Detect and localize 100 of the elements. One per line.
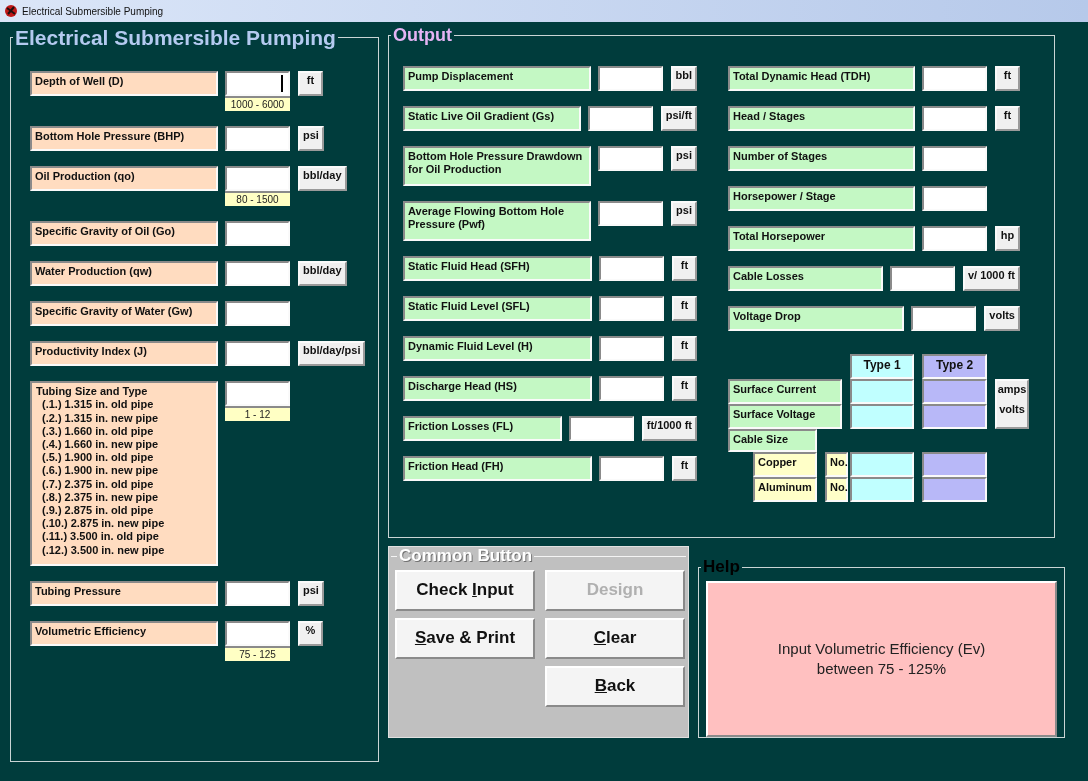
field-label: Static Live Oil Gradient (Gs): [403, 105, 581, 131]
group-title: Common Button: [398, 547, 534, 566]
input-field[interactable]: [225, 71, 290, 97]
field-label: Cable Size: [728, 428, 817, 452]
output-field: [922, 225, 987, 251]
unit-label: ft: [298, 71, 323, 97]
output-field: [922, 451, 987, 477]
input-field[interactable]: [225, 381, 290, 407]
unit-label: hp: [995, 225, 1020, 251]
output-field: [599, 255, 664, 281]
option-text: (.2.) 1.315 in. new pipe: [41, 411, 160, 425]
output-field: [598, 145, 664, 171]
output-field: [922, 403, 987, 429]
input-field[interactable]: [225, 301, 290, 327]
unit-label: ft: [672, 375, 697, 401]
range-hint: 1 - 12: [225, 406, 290, 422]
number-label: No.: [825, 476, 848, 502]
unit-label: psi/ft: [660, 105, 697, 131]
group-title: Electrical Submersible Pumping: [14, 26, 337, 50]
range-hint: 75 - 125: [225, 646, 290, 662]
output-field: [599, 375, 664, 401]
action-button[interactable]: Save & Print: [395, 617, 535, 659]
input-field[interactable]: [225, 621, 290, 647]
output-field: [911, 305, 977, 331]
option-text: (.3.) 1.660 in. old pipe: [41, 424, 155, 438]
field-label: Bottom Hole Pressure Drawdown for Oil Production: [403, 145, 592, 186]
output-field: [597, 65, 663, 91]
input-field[interactable]: [225, 261, 290, 287]
number-label: No.: [825, 451, 848, 477]
output-field: [850, 403, 914, 429]
field-label: Water Production (qw): [30, 261, 218, 287]
output-field: [922, 145, 987, 171]
field-label: Productivity Index (J): [30, 341, 218, 367]
option-text: (.5.) 1.900 in. old pipe: [41, 451, 155, 465]
field-label: Voltage Drop: [728, 305, 905, 331]
output-field: [922, 378, 987, 404]
output-field: [587, 105, 653, 131]
action-button[interactable]: Clear: [545, 617, 685, 659]
action-button[interactable]: Check Input: [395, 569, 535, 611]
field-label: Number of Stages: [728, 145, 915, 171]
group-title: Help: [702, 558, 741, 577]
output-field: [598, 200, 664, 226]
output-field: [922, 65, 987, 91]
option-text: (.7.) 2.375 in. old pipe: [41, 477, 155, 491]
field-label: Tubing Size and Type: [36, 385, 149, 399]
unit-label: volts: [984, 305, 1020, 331]
field-label: Total Dynamic Head (TDH): [728, 65, 915, 91]
field-label: Cable Losses: [728, 265, 883, 291]
unit-label: bbl: [670, 65, 697, 91]
action-button[interactable]: Back: [545, 665, 685, 707]
column-header: Type 2: [922, 353, 987, 379]
field-label: Tubing Pressure: [30, 581, 218, 607]
unit-label: ft: [672, 335, 697, 361]
range-hint: 1000 - 6000: [225, 96, 290, 112]
field-label: Pump Displacement: [403, 65, 591, 91]
unit-label: psi: [298, 581, 324, 607]
field-label: Oil Production (qo): [30, 166, 218, 192]
field-label: Dynamic Fluid Level (H): [403, 335, 592, 361]
column-header: Type 1: [850, 353, 914, 379]
output-field: [922, 105, 987, 131]
unit-label: psi: [298, 126, 324, 152]
input-field[interactable]: [225, 341, 290, 367]
field-label: Surface Current: [728, 378, 842, 404]
output-field: [568, 415, 634, 441]
field-label: Friction Losses (FL): [403, 415, 562, 441]
option-text: (.12.) 3.500 in. new pipe: [41, 543, 166, 557]
input-field[interactable]: [225, 126, 290, 152]
unit-label: ft: [672, 255, 697, 281]
unit-label: volts: [999, 402, 1025, 415]
output-field: [850, 451, 914, 477]
field-label: Aluminum: [753, 476, 817, 502]
output-field: [599, 295, 664, 321]
unit-label: bbl/day: [298, 261, 347, 287]
field-label: Specific Gravity of Water (Gw): [30, 301, 218, 327]
field-label: Average Flowing Bottom Hole Pressure (Pwf): [403, 200, 592, 241]
option-text: (.1.) 1.315 in. old pipe: [41, 398, 155, 412]
output-field: [922, 476, 987, 502]
input-field[interactable]: [225, 221, 290, 247]
unit-label: ft: [672, 455, 697, 481]
unit-label: psi: [671, 145, 697, 171]
field-label: Surface Voltage: [728, 403, 842, 429]
window-title: Electrical Submersible Pumping: [22, 5, 164, 17]
input-field[interactable]: [225, 581, 290, 607]
unit-label: psi: [671, 200, 697, 226]
field-label: Horsepower / Stage: [728, 185, 915, 211]
unit-label: %: [298, 621, 323, 647]
option-text: (.9.) 2.875 in. old pipe: [41, 503, 155, 518]
unit-label: ft: [672, 295, 697, 321]
field-label: Copper: [753, 451, 817, 477]
range-hint: 80 - 1500: [225, 191, 290, 207]
field-label: Depth of Well (D): [30, 71, 218, 97]
field-label: Volumetric Efficiency: [30, 621, 218, 647]
output-field: [850, 378, 914, 404]
field-label: Friction Head (FH): [403, 455, 592, 481]
input-field[interactable]: [225, 166, 290, 192]
field-label: Head / Stages: [728, 105, 915, 131]
option-text: (.6.) 1.900 in. new pipe: [41, 464, 160, 478]
unit-label: ft: [995, 105, 1020, 131]
unit-label: bbl/day/psi: [298, 341, 366, 367]
field-label: Static Fluid Level (SFL): [403, 295, 592, 321]
